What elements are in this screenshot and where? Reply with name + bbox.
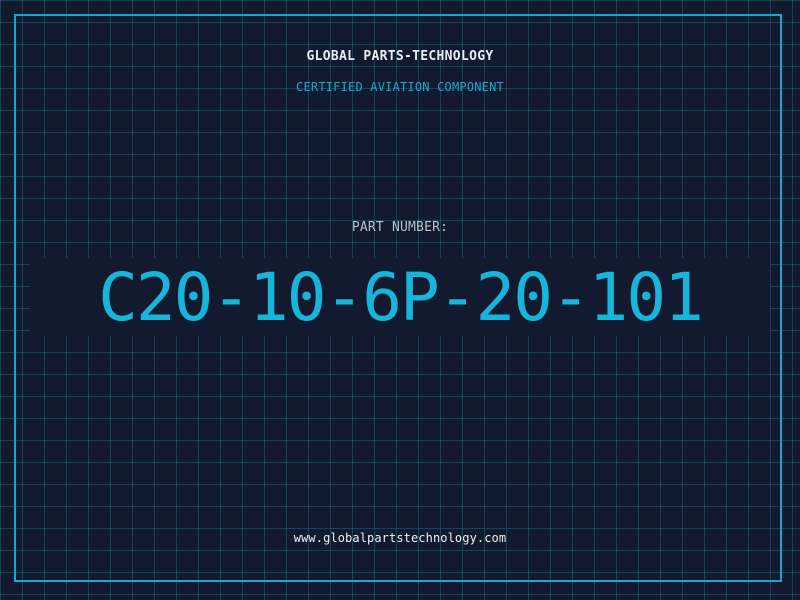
certification-subtitle: CERTIFIED AVIATION COMPONENT: [296, 80, 504, 94]
brand-name: GLOBAL PARTS-TECHNOLOGY: [306, 49, 494, 64]
part-number-label: PART NUMBER:: [351, 220, 449, 235]
part-number-value: C20-10-6P-20-101: [98, 259, 704, 336]
website-url: www.globalpartstechnology.com: [293, 531, 507, 545]
